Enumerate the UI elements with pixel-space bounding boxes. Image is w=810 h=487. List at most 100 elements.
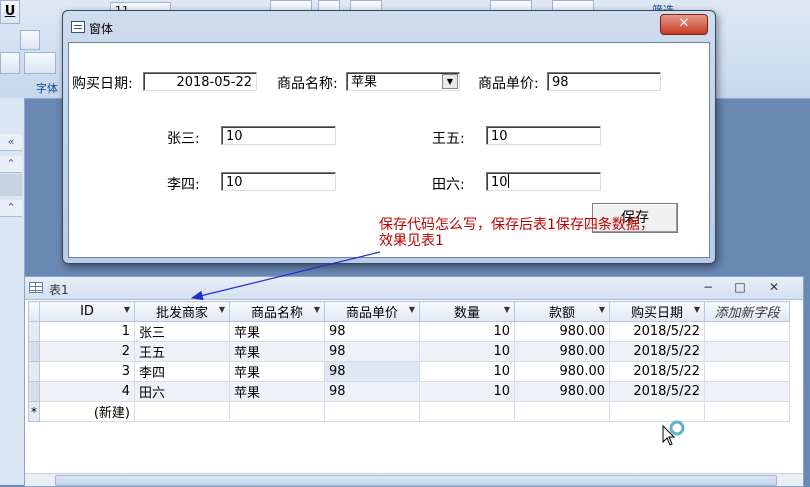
row-selector[interactable] — [28, 381, 40, 402]
chevron-down-icon[interactable]: ▼ — [219, 305, 225, 314]
cell-amount[interactable]: 980.00 — [514, 381, 610, 402]
cell-price[interactable]: 98 — [324, 321, 420, 342]
cell-dealer[interactable]: 王五 — [134, 341, 230, 362]
column-header-label: 批发商家 — [155, 306, 208, 321]
column-header-amount[interactable]: 款额 ▼ — [514, 301, 610, 322]
gridlines-button[interactable] — [24, 52, 56, 74]
column-header-label: 添加新字段 — [714, 306, 780, 321]
cell-new-field[interactable] — [704, 321, 790, 342]
nav-group-toggle-2[interactable]: ⌃ — [0, 200, 22, 217]
column-header-dealer[interactable]: 批发商家 ▼ — [134, 301, 230, 322]
column-header-price[interactable]: 商品单价 ▼ — [324, 301, 420, 322]
table-row[interactable]: 4 田六 苹果 98 10 980.00 2018/5/22 — [28, 381, 790, 402]
cell-date[interactable]: 2018/5/22 — [609, 341, 705, 362]
cell-date[interactable]: 2018/5/22 — [609, 361, 705, 382]
annotation-line-2: 效果见表1 — [379, 233, 444, 249]
cell-dealer[interactable]: 李四 — [134, 361, 230, 382]
cell-dealer[interactable] — [134, 401, 230, 422]
cell-product[interactable]: 苹果 — [229, 321, 325, 342]
nav-group-toggle-1[interactable]: ⌃ — [0, 156, 22, 173]
text-caret — [507, 174, 509, 188]
cell-price-current[interactable]: 98 — [324, 361, 420, 382]
new-record-id[interactable]: (新建) — [39, 401, 135, 422]
chevron-down-icon[interactable]: ▼ — [599, 305, 605, 314]
chevron-down-icon[interactable]: ▼ — [504, 305, 510, 314]
column-header-label: 款额 — [548, 306, 575, 321]
font-color-button[interactable] — [0, 52, 20, 74]
tianliu-qty-field[interactable]: 10 — [486, 172, 601, 191]
cell-amount[interactable]: 980.00 — [514, 341, 610, 362]
cell-product[interactable]: 苹果 — [229, 361, 325, 382]
cell-new-field[interactable] — [704, 381, 790, 402]
scrollbar-thumb[interactable] — [55, 475, 777, 486]
chevron-down-icon[interactable]: ▼ — [409, 305, 415, 314]
minimize-button[interactable]: − — [697, 279, 719, 295]
underline-button[interactable]: U — [0, 0, 20, 24]
cell-id[interactable]: 3 — [39, 361, 135, 382]
cell-dealer[interactable]: 田六 — [134, 381, 230, 402]
cell-id[interactable]: 4 — [39, 381, 135, 402]
column-header-id[interactable]: ID ▼ — [39, 301, 135, 322]
close-datasheet-button[interactable]: ✕ — [763, 279, 785, 295]
cell-product[interactable]: 苹果 — [229, 381, 325, 402]
cell-price[interactable]: 98 — [324, 341, 420, 362]
cell-qty[interactable]: 10 — [419, 321, 515, 342]
unit-price-field[interactable]: 98 — [547, 72, 661, 91]
column-header-label: 商品单价 — [345, 306, 398, 321]
wangwu-label: 王五: — [432, 131, 465, 147]
row-selector[interactable] — [28, 361, 40, 382]
cell-qty[interactable]: 10 — [419, 361, 515, 382]
tianliu-qty-value: 10 — [491, 175, 508, 190]
lisi-qty-field[interactable]: 10 — [221, 172, 336, 191]
cell-id[interactable]: 2 — [39, 341, 135, 362]
chevron-down-icon[interactable]: ▼ — [442, 74, 458, 89]
cell-qty[interactable]: 10 — [419, 341, 515, 362]
align-left-button[interactable] — [20, 30, 40, 50]
datasheet-titlebar: 表1 − □ ✕ — [25, 277, 803, 300]
nav-selected-item[interactable] — [0, 174, 22, 196]
column-header-date[interactable]: 购买日期 ▼ — [609, 301, 705, 322]
column-header-qty[interactable]: 数量 ▼ — [419, 301, 515, 322]
cell-dealer[interactable]: 张三 — [134, 321, 230, 342]
nav-collapse-button[interactable]: « — [0, 134, 22, 151]
maximize-button[interactable]: □ — [729, 279, 751, 295]
lisi-label: 李四: — [167, 177, 200, 193]
row-selector[interactable] — [28, 321, 40, 342]
cell-product[interactable] — [229, 401, 325, 422]
cell-amount[interactable]: 980.00 — [514, 321, 610, 342]
cell-qty[interactable]: 10 — [419, 381, 515, 402]
purchase-date-field[interactable]: 2018-05-22 — [143, 72, 257, 91]
wangwu-qty-field[interactable]: 10 — [486, 126, 601, 145]
column-header-product[interactable]: 商品名称 ▼ — [229, 301, 325, 322]
new-row-marker[interactable]: * — [28, 401, 40, 422]
cell-qty[interactable] — [419, 401, 515, 422]
select-all-corner[interactable] — [28, 301, 40, 322]
cell-new-field[interactable] — [704, 361, 790, 382]
form-icon — [71, 21, 85, 33]
chevron-down-icon[interactable]: ▼ — [314, 305, 320, 314]
zhangsan-qty-field[interactable]: 10 — [221, 126, 336, 145]
annotation-note: 保存代码怎么写，保存后表1保存四条数据， 效果见表1 — [379, 217, 709, 249]
add-new-field-header[interactable]: 添加新字段 — [704, 301, 790, 322]
cell-date[interactable] — [609, 401, 705, 422]
cell-new-field[interactable] — [704, 401, 790, 422]
cell-price[interactable]: 98 — [324, 381, 420, 402]
cell-date[interactable]: 2018/5/22 — [609, 321, 705, 342]
cell-new-field[interactable] — [704, 341, 790, 362]
product-name-combo[interactable]: 苹果 ▼ — [346, 72, 460, 91]
row-selector[interactable] — [28, 341, 40, 362]
table-row[interactable]: 1 张三 苹果 98 10 980.00 2018/5/22 — [28, 321, 790, 342]
cell-amount[interactable]: 980.00 — [514, 361, 610, 382]
cell-price[interactable] — [324, 401, 420, 422]
chevron-down-icon[interactable]: ▼ — [694, 305, 700, 314]
cell-product[interactable]: 苹果 — [229, 341, 325, 362]
cell-date[interactable]: 2018/5/22 — [609, 381, 705, 402]
cell-id[interactable]: 1 — [39, 321, 135, 342]
cell-amount[interactable] — [514, 401, 610, 422]
chevron-down-icon[interactable]: ▼ — [124, 305, 130, 314]
annotation-line-1: 保存代码怎么写，保存后表1保存四条数据， — [379, 217, 654, 233]
horizontal-scrollbar[interactable] — [25, 473, 803, 486]
close-button[interactable]: ✕ — [660, 14, 708, 35]
table-row[interactable]: 3 李四 苹果 98 10 980.00 2018/5/22 — [28, 361, 790, 382]
table-row[interactable]: 2 王五 苹果 98 10 980.00 2018/5/22 — [28, 341, 790, 362]
